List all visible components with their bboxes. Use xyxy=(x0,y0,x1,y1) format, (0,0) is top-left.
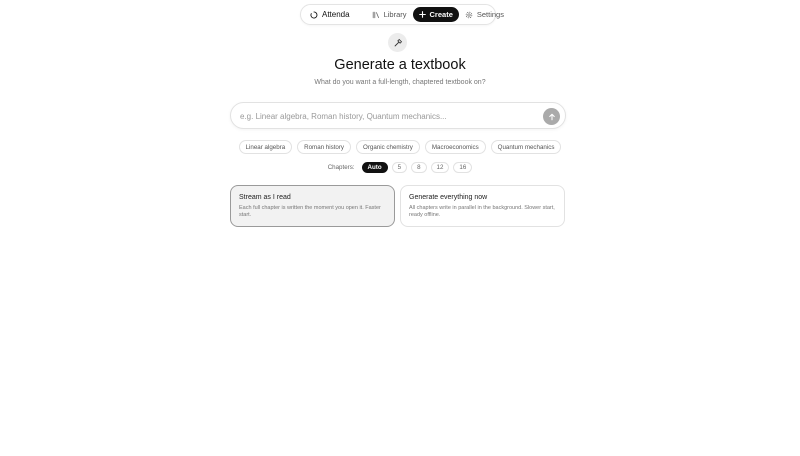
nav-create-label: Create xyxy=(429,10,453,19)
suggestion-chip[interactable]: Quantum mechanics xyxy=(490,140,562,154)
suggestion-chip[interactable]: Macroeconomics xyxy=(424,140,486,154)
nav-library[interactable]: Library xyxy=(366,7,413,22)
chapters-label: Chapters: xyxy=(327,164,355,171)
suggestion-chip[interactable]: Organic chemistry xyxy=(356,140,420,154)
arrow-up-icon xyxy=(548,113,555,120)
page-title: Generate a textbook xyxy=(334,57,466,73)
logo-icon xyxy=(310,11,318,18)
mode-card-title: Stream as I read xyxy=(239,194,291,201)
topic-input[interactable] xyxy=(240,109,530,123)
submit-button[interactable] xyxy=(543,108,560,125)
chapter-option-16[interactable]: 16 xyxy=(453,162,473,173)
nav-settings-label: Settings xyxy=(476,10,504,19)
page-subtitle: What do you want a full-length, chaptere… xyxy=(314,79,486,86)
top-nav: Attenda Library Create Settings xyxy=(300,4,504,25)
nav-library-label: Library xyxy=(383,10,407,19)
mode-card-generate-all[interactable]: Generate everything now All chapters wri… xyxy=(400,185,565,227)
suggestion-chip[interactable]: Roman history xyxy=(297,140,352,154)
mode-card-stream[interactable]: Stream as I read Each full chapter is wr… xyxy=(230,185,395,227)
chapter-option-auto[interactable]: Auto xyxy=(361,162,388,173)
chapter-option-8[interactable]: 8 xyxy=(411,162,427,173)
nav-settings[interactable]: Settings xyxy=(459,7,510,22)
nav-create[interactable]: Create xyxy=(412,7,459,22)
chapter-option-5[interactable]: 5 xyxy=(391,162,408,173)
suggestion-chips: Linear algebra Roman history Organic che… xyxy=(0,140,800,154)
gear-icon xyxy=(465,11,473,18)
nav-brand[interactable]: Attenda xyxy=(304,7,356,22)
chapter-count-selector: Chapters: Auto 5 8 12 16 xyxy=(0,162,800,173)
mode-card-description: All chapters write in parallel in the ba… xyxy=(409,205,555,219)
wand-icon xyxy=(388,33,407,52)
chapter-option-12[interactable]: 12 xyxy=(430,162,450,173)
brand-name: Attenda xyxy=(322,10,350,19)
suggestion-chip[interactable]: Linear algebra xyxy=(238,140,293,154)
mode-card-title: Generate everything now xyxy=(409,194,488,201)
library-icon xyxy=(372,11,379,18)
mode-card-description: Each full chapter is written the moment … xyxy=(239,205,381,219)
topic-search-box xyxy=(230,102,566,129)
plus-icon xyxy=(418,11,426,18)
